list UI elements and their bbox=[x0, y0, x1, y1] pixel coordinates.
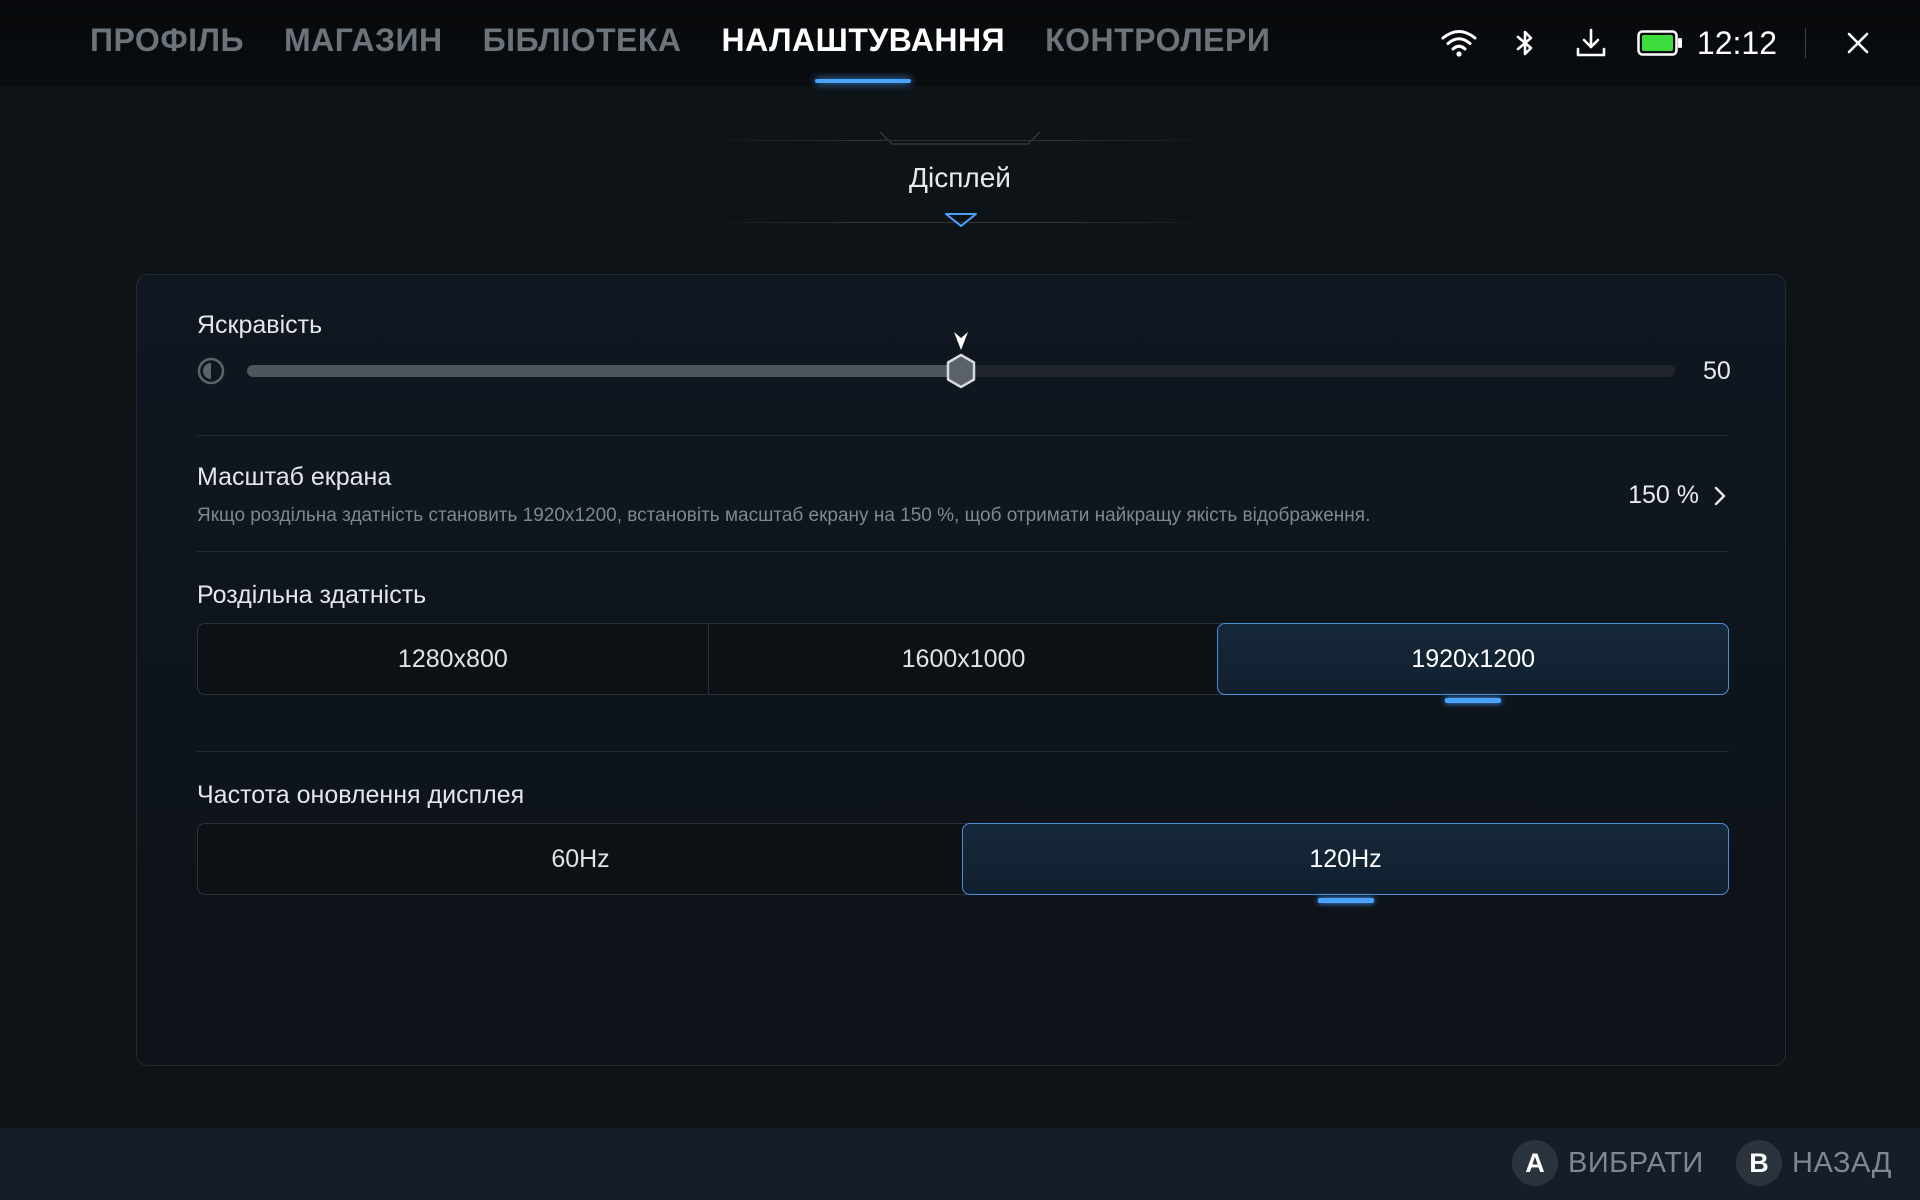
resolution-option-1920x1200[interactable]: 1920x1200 bbox=[1217, 623, 1730, 703]
header-line-top bbox=[700, 140, 1220, 141]
tab-store[interactable]: МАГАЗИН bbox=[284, 22, 443, 59]
section-title: Дісплей bbox=[909, 162, 1011, 193]
chevron-right-icon bbox=[1714, 486, 1726, 505]
brightness-value: 50 bbox=[1703, 357, 1731, 385]
back-hint[interactable]: B НАЗАД bbox=[1736, 1140, 1892, 1186]
controller-hint-bar: A ВИБРАТИ B НАЗАД bbox=[0, 1128, 1920, 1200]
brightness-slider-thumb[interactable] bbox=[945, 353, 977, 389]
scale-selector[interactable]: 150 % bbox=[1628, 481, 1727, 510]
resolution-label: Роздільна здатність bbox=[197, 581, 427, 609]
header-decoration bbox=[880, 131, 1040, 145]
tab-settings[interactable]: НАЛАШТУВАННЯ bbox=[721, 22, 1005, 83]
refresh-rate-label: Частота оновлення дисплея bbox=[197, 781, 525, 809]
scale-label: Масштаб екрана bbox=[197, 463, 392, 491]
refresh-option-60hz[interactable]: 60Hz bbox=[198, 824, 963, 894]
wifi-icon bbox=[1437, 22, 1481, 64]
download-icon bbox=[1569, 22, 1613, 64]
slider-pointer-icon bbox=[954, 332, 968, 350]
close-icon bbox=[1847, 32, 1869, 54]
back-hint-label: НАЗАД bbox=[1792, 1146, 1892, 1179]
scale-value: 150 % bbox=[1628, 481, 1699, 509]
divider bbox=[197, 435, 1729, 436]
chevron-down-icon bbox=[945, 213, 977, 227]
a-button-icon: A bbox=[1512, 1140, 1558, 1186]
tab-controllers[interactable]: КОНТРОЛЕРИ bbox=[1045, 22, 1270, 59]
top-navigation-bar: ПРОФІЛЬ МАГАЗИН БІБЛІОТЕКА НАЛАШТУВАННЯ … bbox=[0, 0, 1920, 86]
select-hint[interactable]: A ВИБРАТИ bbox=[1512, 1140, 1704, 1186]
clock: 12:12 bbox=[1696, 24, 1777, 61]
resolution-option-1600x1000[interactable]: 1600x1000 bbox=[707, 624, 1219, 694]
divider bbox=[197, 551, 1729, 552]
refresh-option-120hz[interactable]: 120Hz bbox=[962, 823, 1729, 903]
status-area: 12:12 bbox=[1415, 22, 1880, 64]
close-button[interactable] bbox=[1836, 22, 1880, 64]
tab-profile[interactable]: ПРОФІЛЬ bbox=[90, 22, 244, 59]
battery-icon bbox=[1635, 22, 1685, 64]
brightness-slider-fill bbox=[247, 365, 961, 377]
resolution-option-1280x800[interactable]: 1280x800 bbox=[198, 624, 708, 694]
b-button-icon: B bbox=[1736, 1140, 1782, 1186]
status-divider bbox=[1805, 28, 1806, 58]
resolution-selector: 1280x800 1600x1000 1920x1200 bbox=[197, 623, 1730, 703]
refresh-rate-selector: 60Hz 120Hz bbox=[197, 823, 1729, 903]
brightness-label: Яскравість bbox=[197, 311, 323, 339]
brightness-icon bbox=[197, 357, 225, 385]
tab-library[interactable]: БІБЛІОТЕКА bbox=[483, 22, 682, 59]
divider bbox=[197, 751, 1729, 752]
scale-description: Якщо роздільна здатність становить 1920x… bbox=[197, 505, 1371, 526]
select-hint-label: ВИБРАТИ bbox=[1568, 1146, 1704, 1179]
display-settings-panel: Яскравість 50 Масштаб екрана Якщо розділ… bbox=[136, 274, 1786, 1066]
main-tabs: ПРОФІЛЬ МАГАЗИН БІБЛІОТЕКА НАЛАШТУВАННЯ … bbox=[90, 22, 1270, 83]
bluetooth-icon bbox=[1503, 22, 1547, 64]
